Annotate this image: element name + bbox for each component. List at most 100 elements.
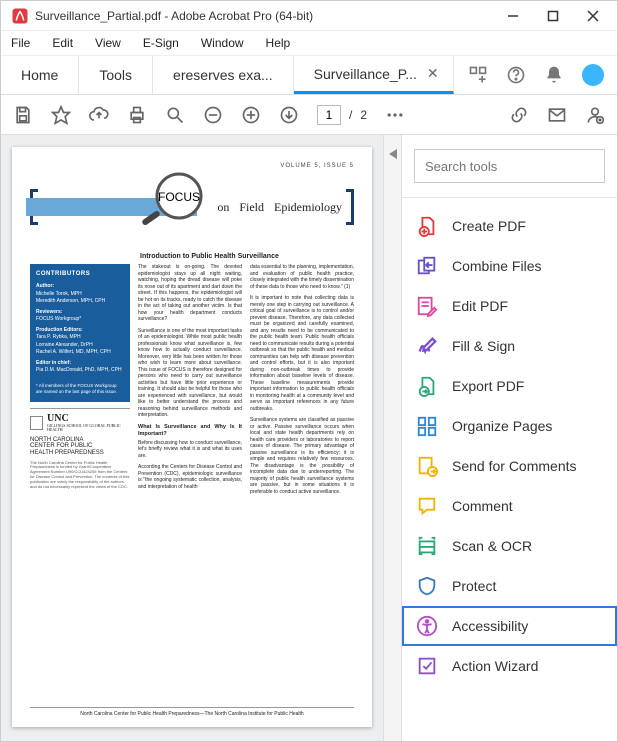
doc-volume: VOLUME 5, ISSUE 5: [30, 163, 354, 169]
send-comments-icon: [416, 455, 438, 477]
avatar[interactable]: [582, 64, 604, 86]
tool-organize-pages[interactable]: Organize Pages: [402, 406, 617, 446]
tab-home[interactable]: Home: [1, 56, 79, 94]
doc-intro-heading: Introduction to Public Health Surveillan…: [140, 253, 354, 260]
link-icon[interactable]: [509, 105, 529, 125]
account-icon[interactable]: [585, 105, 605, 125]
menu-window[interactable]: Window: [197, 34, 248, 52]
tab-doc-label: ereserves exa...: [173, 67, 273, 83]
contrib-author-lbl: Author:: [36, 283, 124, 291]
combine-files-icon: [416, 255, 438, 277]
cloud-upload-icon[interactable]: [89, 105, 109, 125]
contrib-header: CONTRIBUTORS: [36, 270, 124, 279]
tab-close-icon[interactable]: ✕: [427, 65, 439, 82]
contributors-box: CONTRIBUTORS Author: Michelle Torok, MPH…: [30, 264, 130, 402]
doc-subhead: What Is Surveillance and Why Is It Impor…: [138, 424, 242, 438]
tools-pane-collapse-strip[interactable]: [383, 135, 401, 741]
tab-bar: Home Tools ereserves exa... Surveillance…: [1, 55, 617, 95]
tool-label: Edit PDF: [452, 298, 508, 314]
tool-send-comments[interactable]: Send for Comments: [402, 446, 617, 486]
fineprint: The North Carolina Center for Public Hea…: [30, 461, 130, 490]
doc-para: Before discussing how to conduct surveil…: [138, 440, 242, 460]
tool-label: Fill & Sign: [452, 338, 515, 354]
menu-view[interactable]: View: [91, 34, 125, 52]
tool-combine-files[interactable]: Combine Files: [402, 246, 617, 286]
quick-tools-icon[interactable]: [468, 65, 488, 85]
document-viewport[interactable]: VOLUME 5, ISSUE 5 FOCUS on Field Epidemi…: [1, 135, 383, 741]
doc-para: data essential to the planning, implemen…: [250, 264, 354, 290]
tab-tools[interactable]: Tools: [79, 56, 153, 94]
bracket-right: [346, 189, 354, 225]
tool-fill-sign[interactable]: Fill & Sign: [402, 326, 617, 366]
doc-para: It is important to note that collecting …: [250, 295, 354, 412]
menu-bar: File Edit View E-Sign Window Help: [1, 31, 617, 55]
doc-para: According the Centers for Disease Contro…: [138, 464, 242, 490]
menu-file[interactable]: File: [7, 34, 34, 52]
minimize-button[interactable]: [493, 1, 533, 31]
tool-scan-ocr[interactable]: Scan & OCR: [402, 526, 617, 566]
tool-label: Protect: [452, 578, 496, 594]
search-icon[interactable]: [165, 105, 185, 125]
page-current-input[interactable]: [317, 105, 341, 125]
contrib-prod: Rachel A. Wilfert, MD, MPH, CPH: [36, 349, 124, 357]
fill-sign-icon: [416, 335, 438, 357]
title-on: on: [217, 200, 229, 215]
tab-home-label: Home: [21, 67, 58, 83]
unc-school: GILLINGS SCHOOL OF GLOBAL PUBLIC HEALTH: [47, 424, 130, 433]
save-icon[interactable]: [13, 105, 33, 125]
more-icon[interactable]: [385, 105, 405, 125]
menu-esign[interactable]: E-Sign: [139, 34, 183, 52]
nc-center-1: NORTH CAROLINA: [30, 437, 130, 444]
title-field: Field: [239, 200, 264, 215]
star-icon[interactable]: [51, 105, 71, 125]
mail-icon[interactable]: [547, 105, 567, 125]
tool-label: Send for Comments: [452, 458, 577, 474]
tool-accessibility[interactable]: Accessibility: [402, 606, 617, 646]
tool-edit-pdf[interactable]: Edit PDF: [402, 286, 617, 326]
menu-edit[interactable]: Edit: [48, 34, 77, 52]
accessibility-icon: [416, 615, 438, 637]
page-down-icon[interactable]: [279, 105, 299, 125]
protect-icon: [416, 575, 438, 597]
tool-protect[interactable]: Protect: [402, 566, 617, 606]
window-title: Surveillance_Partial.pdf - Adobe Acrobat…: [35, 9, 493, 23]
contrib-reviewer: FOCUS Workgroup*: [36, 316, 124, 324]
bell-icon[interactable]: [544, 65, 564, 85]
unc-box: UNC GILLINGS SCHOOL OF GLOBAL PUBLIC HEA…: [30, 408, 130, 489]
tool-create-pdf[interactable]: Create PDF: [402, 206, 617, 246]
export-pdf-icon: [416, 375, 438, 397]
collapse-triangle-icon[interactable]: [389, 149, 397, 159]
window-title-bar: Surveillance_Partial.pdf - Adobe Acrobat…: [1, 1, 617, 31]
zoom-in-icon[interactable]: [241, 105, 261, 125]
tool-comment[interactable]: Comment: [402, 486, 617, 526]
tools-divider: [402, 197, 617, 198]
close-button[interactable]: [573, 1, 613, 31]
zoom-out-icon[interactable]: [203, 105, 223, 125]
tool-label: Scan & OCR: [452, 538, 532, 554]
doc-para: Surveillance is one of the most importan…: [138, 328, 242, 419]
pdf-page: VOLUME 5, ISSUE 5 FOCUS on Field Epidemi…: [12, 147, 372, 727]
title-epi: Epidemiology: [274, 200, 342, 215]
contrib-eic-lbl: Editor in chief:: [36, 360, 124, 368]
tool-action-wizard[interactable]: Action Wizard: [402, 646, 617, 686]
unc-logo-icon: [30, 416, 43, 430]
page-total: 2: [360, 108, 367, 122]
search-tools-input[interactable]: [414, 149, 605, 183]
main-toolbar: / 2: [1, 95, 617, 135]
action-wizard-icon: [416, 655, 438, 677]
print-icon[interactable]: [127, 105, 147, 125]
tool-export-pdf[interactable]: Export PDF: [402, 366, 617, 406]
nc-center-3: HEALTH PREPAREDNESS: [30, 450, 130, 457]
organize-pages-icon: [416, 415, 438, 437]
contrib-prod: Lorraine Alexander, DrPH: [36, 342, 124, 350]
tool-label: Action Wizard: [452, 658, 538, 674]
tool-label: Export PDF: [452, 378, 524, 394]
maximize-button[interactable]: [533, 1, 573, 31]
contrib-prod-lbl: Production Editors:: [36, 327, 124, 335]
tab-doc-surveillance[interactable]: Surveillance_P... ✕: [294, 56, 454, 94]
menu-help[interactable]: Help: [262, 34, 295, 52]
tab-tools-label: Tools: [99, 67, 132, 83]
tab-doc-ereserves[interactable]: ereserves exa...: [153, 56, 294, 94]
help-icon[interactable]: [506, 65, 526, 85]
contrib-author: Meredith Anderson, MPH, CPH: [36, 298, 124, 306]
